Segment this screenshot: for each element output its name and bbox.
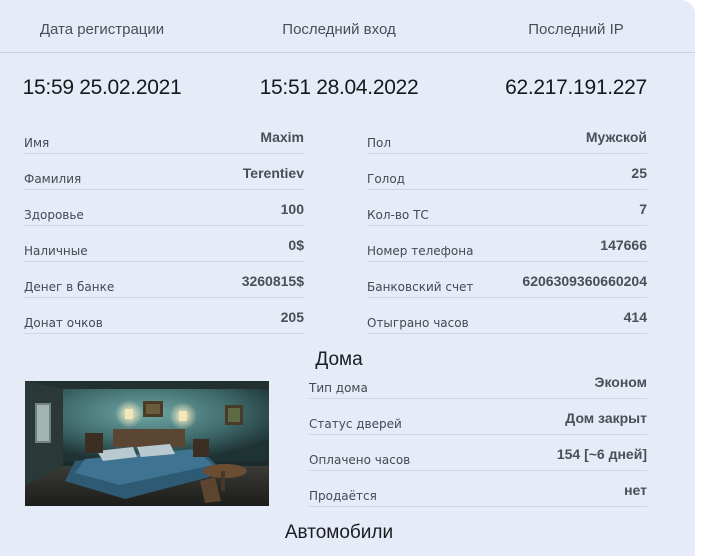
info-value: 100 bbox=[280, 201, 304, 217]
last-login-value: 15:51 28.04.2022 bbox=[259, 76, 419, 99]
info-value: Мужской bbox=[585, 129, 647, 145]
house-room-picture bbox=[25, 381, 269, 506]
info-label: Номер телефона bbox=[367, 244, 474, 258]
info-row-name: Имя Maxim bbox=[24, 126, 304, 154]
registration-date-value: 15:59 25.02.2021 bbox=[22, 76, 182, 99]
house-row-paid-hours: Оплачено часов 154 [~6 дней] bbox=[309, 443, 647, 471]
info-label: Банковский счет bbox=[367, 280, 474, 294]
info-label: Пол bbox=[367, 136, 392, 150]
info-value: 6206309360660204 bbox=[522, 273, 647, 289]
info-row-cash: Наличные 0$ bbox=[24, 234, 304, 262]
info-value: 147666 bbox=[600, 237, 647, 253]
info-value: 414 bbox=[623, 309, 647, 325]
info-row-bank-account: Банковский счет 6206309360660204 bbox=[367, 270, 647, 298]
info-row-surname: Фамилия Terentiev bbox=[24, 162, 304, 190]
info-value: 0$ bbox=[288, 237, 304, 253]
registration-date-header: Дата регистрации bbox=[39, 21, 165, 38]
house-value: Эконом bbox=[594, 374, 647, 390]
info-label: Здоровье bbox=[24, 208, 84, 222]
info-row-gender: Пол Мужской bbox=[367, 126, 647, 154]
house-label: Тип дома bbox=[309, 381, 368, 395]
profile-card: Дата регистрации Последний вход Последни… bbox=[0, 0, 695, 556]
last-ip-header: Последний IP bbox=[528, 21, 624, 38]
last-login-header: Последний вход bbox=[282, 21, 396, 38]
info-label: Кол-во ТС bbox=[367, 208, 429, 222]
house-value: 154 [~6 дней] bbox=[556, 446, 647, 462]
info-label: Голод bbox=[367, 172, 405, 186]
house-value: нет bbox=[624, 482, 647, 498]
house-label: Оплачено часов bbox=[309, 453, 411, 467]
house-label: Продаётся bbox=[309, 489, 377, 503]
info-value: 25 bbox=[631, 165, 647, 181]
info-label: Имя bbox=[24, 136, 50, 150]
stats-header: Дата регистрации Последний вход Последни… bbox=[0, 0, 695, 53]
info-row-health: Здоровье 100 bbox=[24, 198, 304, 226]
house-row-type: Тип дома Эконом bbox=[309, 371, 647, 399]
info-row-bank-money: Денег в банке 3260815$ bbox=[24, 270, 304, 298]
info-value: Maxim bbox=[260, 129, 304, 145]
info-label: Фамилия bbox=[24, 172, 82, 186]
houses-title: Дома bbox=[315, 349, 363, 370]
house-value: Дом закрыт bbox=[565, 410, 647, 426]
info-label: Донат очков bbox=[24, 316, 103, 330]
info-value: 3260815$ bbox=[241, 273, 304, 289]
info-label: Денег в банке bbox=[24, 280, 115, 294]
house-label: Статус дверей bbox=[309, 417, 402, 431]
info-label: Наличные bbox=[24, 244, 88, 258]
info-row-vehicle-count: Кол-во ТС 7 bbox=[367, 198, 647, 226]
info-value: 205 bbox=[280, 309, 304, 325]
cars-title: Автомобили bbox=[284, 522, 394, 543]
info-label: Отыграно часов bbox=[367, 316, 469, 330]
house-image[interactable] bbox=[25, 381, 269, 506]
info-row-hunger: Голод 25 bbox=[367, 162, 647, 190]
info-row-donate-points: Донат очков 205 bbox=[24, 306, 304, 334]
house-row-door-status: Статус дверей Дом закрыт bbox=[309, 407, 647, 435]
info-value: 7 bbox=[639, 201, 647, 217]
house-row-for-sale: Продаётся нет bbox=[309, 479, 647, 507]
info-row-phone: Номер телефона 147666 bbox=[367, 234, 647, 262]
info-value: Terentiev bbox=[242, 165, 304, 181]
info-row-hours-played: Отыграно часов 414 bbox=[367, 306, 647, 334]
last-ip-value: 62.217.191.227 bbox=[505, 76, 647, 99]
